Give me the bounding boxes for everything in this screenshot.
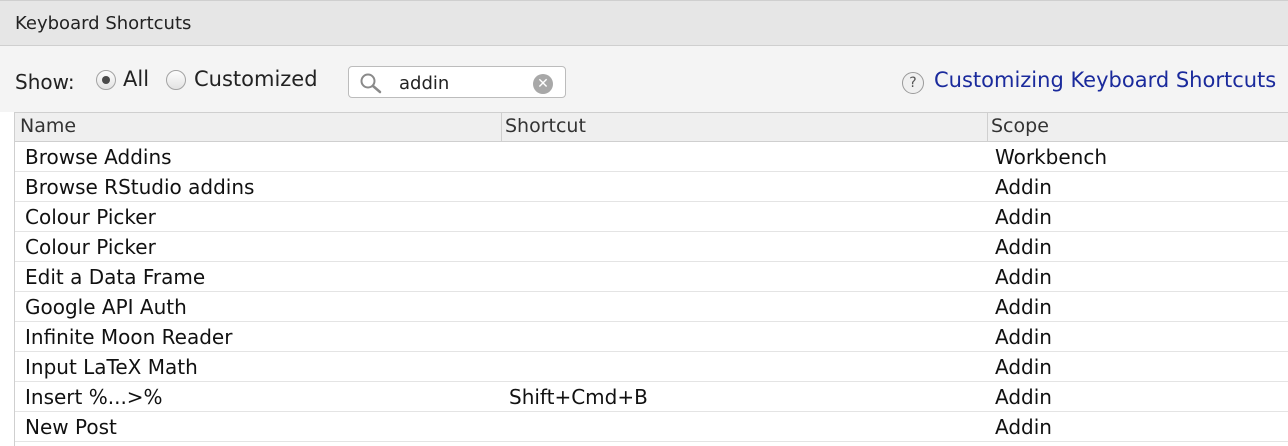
- row-name: New Post: [25, 415, 117, 439]
- table-row[interactable]: Infinite Moon Reader Addin: [15, 322, 1288, 352]
- radio-all-label[interactable]: All: [123, 67, 149, 91]
- row-name: Google API Auth: [25, 295, 187, 319]
- table-row[interactable]: Browse Addins Workbench: [15, 142, 1288, 172]
- column-header-scope[interactable]: Scope: [991, 115, 1049, 137]
- row-scope: Addin: [995, 175, 1052, 199]
- table-row[interactable]: Google API Auth Addin: [15, 292, 1288, 322]
- help-icon[interactable]: ?: [902, 72, 924, 94]
- row-scope: Addin: [995, 295, 1052, 319]
- table-row[interactable]: Colour Picker Addin: [15, 232, 1288, 262]
- column-divider[interactable]: [501, 113, 502, 142]
- show-label: Show:: [15, 70, 75, 94]
- row-scope: Addin: [995, 385, 1052, 409]
- table-row[interactable]: Input LaTeX Math Addin: [15, 352, 1288, 382]
- row-scope: Addin: [995, 265, 1052, 289]
- row-scope: Addin: [995, 415, 1052, 439]
- search-icon: [360, 73, 382, 94]
- row-name: Browse Addins: [25, 145, 172, 169]
- dialog-titlebar: Keyboard Shortcuts: [0, 0, 1288, 46]
- row-scope: Addin: [995, 205, 1052, 229]
- row-name: Colour Picker: [25, 235, 156, 259]
- search-input[interactable]: [399, 72, 529, 94]
- radio-customized[interactable]: [166, 70, 186, 90]
- customizing-shortcuts-link[interactable]: Customizing Keyboard Shortcuts: [934, 68, 1276, 92]
- row-name: Insert %...>%: [25, 385, 163, 409]
- column-header-name[interactable]: Name: [20, 115, 76, 137]
- row-name: Edit a Data Frame: [25, 265, 206, 289]
- column-header-shortcut[interactable]: Shortcut: [505, 115, 586, 137]
- table-row[interactable]: Colour Picker Addin: [15, 202, 1288, 232]
- table-header: Name Shortcut Scope: [15, 113, 1288, 142]
- shortcuts-table: Name Shortcut Scope Browse Addins Workbe…: [14, 112, 1288, 446]
- filter-bar: Show: All Customized ✕ ? Customizing Key…: [0, 46, 1288, 112]
- table-row[interactable]: Browse RStudio addins Addin: [15, 172, 1288, 202]
- row-scope: Addin: [995, 325, 1052, 349]
- row-name: Input LaTeX Math: [25, 355, 198, 379]
- radio-customized-label[interactable]: Customized: [194, 67, 318, 91]
- dialog-title: Keyboard Shortcuts: [15, 13, 192, 34]
- row-name: Colour Picker: [25, 205, 156, 229]
- column-divider[interactable]: [987, 113, 988, 142]
- clear-icon[interactable]: ✕: [533, 74, 553, 94]
- row-name: Infinite Moon Reader: [25, 325, 233, 349]
- row-scope: Workbench: [995, 145, 1107, 169]
- table-row[interactable]: New Post Addin: [15, 412, 1288, 442]
- row-scope: Addin: [995, 235, 1052, 259]
- table-row[interactable]: Edit a Data Frame Addin: [15, 262, 1288, 292]
- table-row[interactable]: Insert %...>% Shift+Cmd+B Addin: [15, 382, 1288, 412]
- row-scope: Addin: [995, 355, 1052, 379]
- radio-all[interactable]: [96, 70, 116, 90]
- row-shortcut[interactable]: Shift+Cmd+B: [509, 385, 648, 409]
- row-name: Browse RStudio addins: [25, 175, 255, 199]
- search-box[interactable]: ✕: [348, 66, 566, 98]
